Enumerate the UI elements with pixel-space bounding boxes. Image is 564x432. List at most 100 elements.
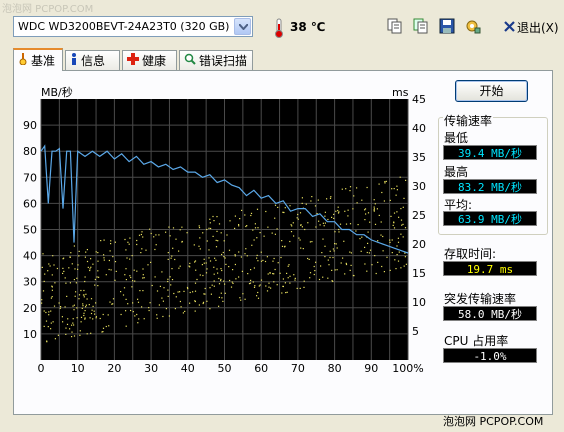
access-time-point [395,268,397,270]
access-time-point [239,297,241,299]
access-time-point [80,316,83,318]
access-time-point [109,301,111,303]
access-time-point [231,281,233,283]
access-time-point [133,269,135,271]
access-time-point [322,238,324,240]
access-time-point [365,213,367,215]
access-time-point [125,249,127,251]
access-time-point [60,306,62,308]
access-time-point [194,310,196,312]
access-time-point [300,224,302,226]
right-tick-label: 45 [412,93,426,106]
access-time-point [213,280,215,282]
access-time-point [202,232,204,234]
access-time-point [247,273,249,275]
access-time-point [356,187,358,189]
access-time-point [154,276,156,278]
access-time-point [309,277,311,279]
access-time-point [171,268,173,270]
access-time-point [386,256,388,258]
access-time-point [300,247,302,249]
access-time-point [50,310,52,312]
access-time-point [75,282,77,284]
access-time-point [374,255,376,257]
access-time-point [73,245,75,247]
access-time-point [324,256,326,258]
access-time-point [361,199,363,201]
access-time-point [396,254,398,256]
access-time-point [250,212,253,214]
access-time-point [240,299,242,301]
access-time-point [299,239,301,241]
access-time-point [289,240,291,243]
access-time-point [73,324,75,326]
access-time-point [122,294,125,296]
access-time-point [337,206,339,208]
access-time-point [210,227,212,230]
access-time-point [178,267,180,269]
access-time-point [209,260,212,262]
access-time-point [75,291,77,293]
access-time-point [212,215,214,218]
access-time-point [345,223,348,225]
access-time-point [102,313,104,316]
access-time-point [332,248,334,250]
access-time-point [301,197,303,199]
access-time-point [43,280,45,282]
tab-benchmark[interactable]: 基准 [13,48,63,71]
right-tick-label: 25 [412,209,426,222]
access-time-point [205,272,208,274]
access-time-point [73,335,76,337]
access-time-point [167,252,169,254]
access-time-point [395,194,397,196]
access-time-point [46,340,48,342]
start-button[interactable]: 开始 [455,80,528,102]
access-time-point [324,245,326,247]
access-time-point [238,225,240,227]
access-time-point [357,224,359,226]
access-time-point [398,216,400,218]
access-time-point [373,199,375,201]
access-time-label: 存取时间: [444,247,497,261]
access-time-point [215,259,217,261]
access-time-point [286,291,288,293]
access-time-point [381,191,383,194]
left-tick-label: 40 [23,250,37,263]
access-time-point [220,279,222,282]
access-time-point [339,223,342,225]
access-time-point [254,285,256,287]
access-time-point [83,289,85,292]
access-time-point [120,291,122,293]
access-time-point [209,222,211,224]
access-time-point [250,269,252,271]
access-time-point [294,279,296,281]
access-time-point [308,258,310,260]
access-time-point [73,309,75,311]
access-time-point [244,298,246,300]
access-time-point [307,257,309,260]
access-time-point [79,330,81,332]
access-time-point [229,220,231,222]
x-tick-label: 30 [144,362,158,375]
access-time-point [203,258,205,260]
access-time-point [48,311,50,313]
access-time-point [88,304,90,306]
access-time-point [281,240,283,242]
access-time-point [268,286,270,288]
access-time-point [213,285,215,287]
access-time-point [105,274,107,276]
access-time-point [326,198,328,200]
access-time-point [218,305,220,307]
right-tick-label: 20 [412,238,426,251]
access-time-point [62,267,64,269]
access-time-point [72,305,74,307]
access-time-point [304,228,306,231]
left-tick-label: 80 [23,145,37,158]
access-time-point [198,245,200,247]
access-time-point [373,208,375,210]
access-time-point [129,275,131,277]
access-time-point [400,267,402,269]
access-time-point [85,304,87,306]
access-time-point [123,287,126,289]
access-time-point [349,223,352,225]
